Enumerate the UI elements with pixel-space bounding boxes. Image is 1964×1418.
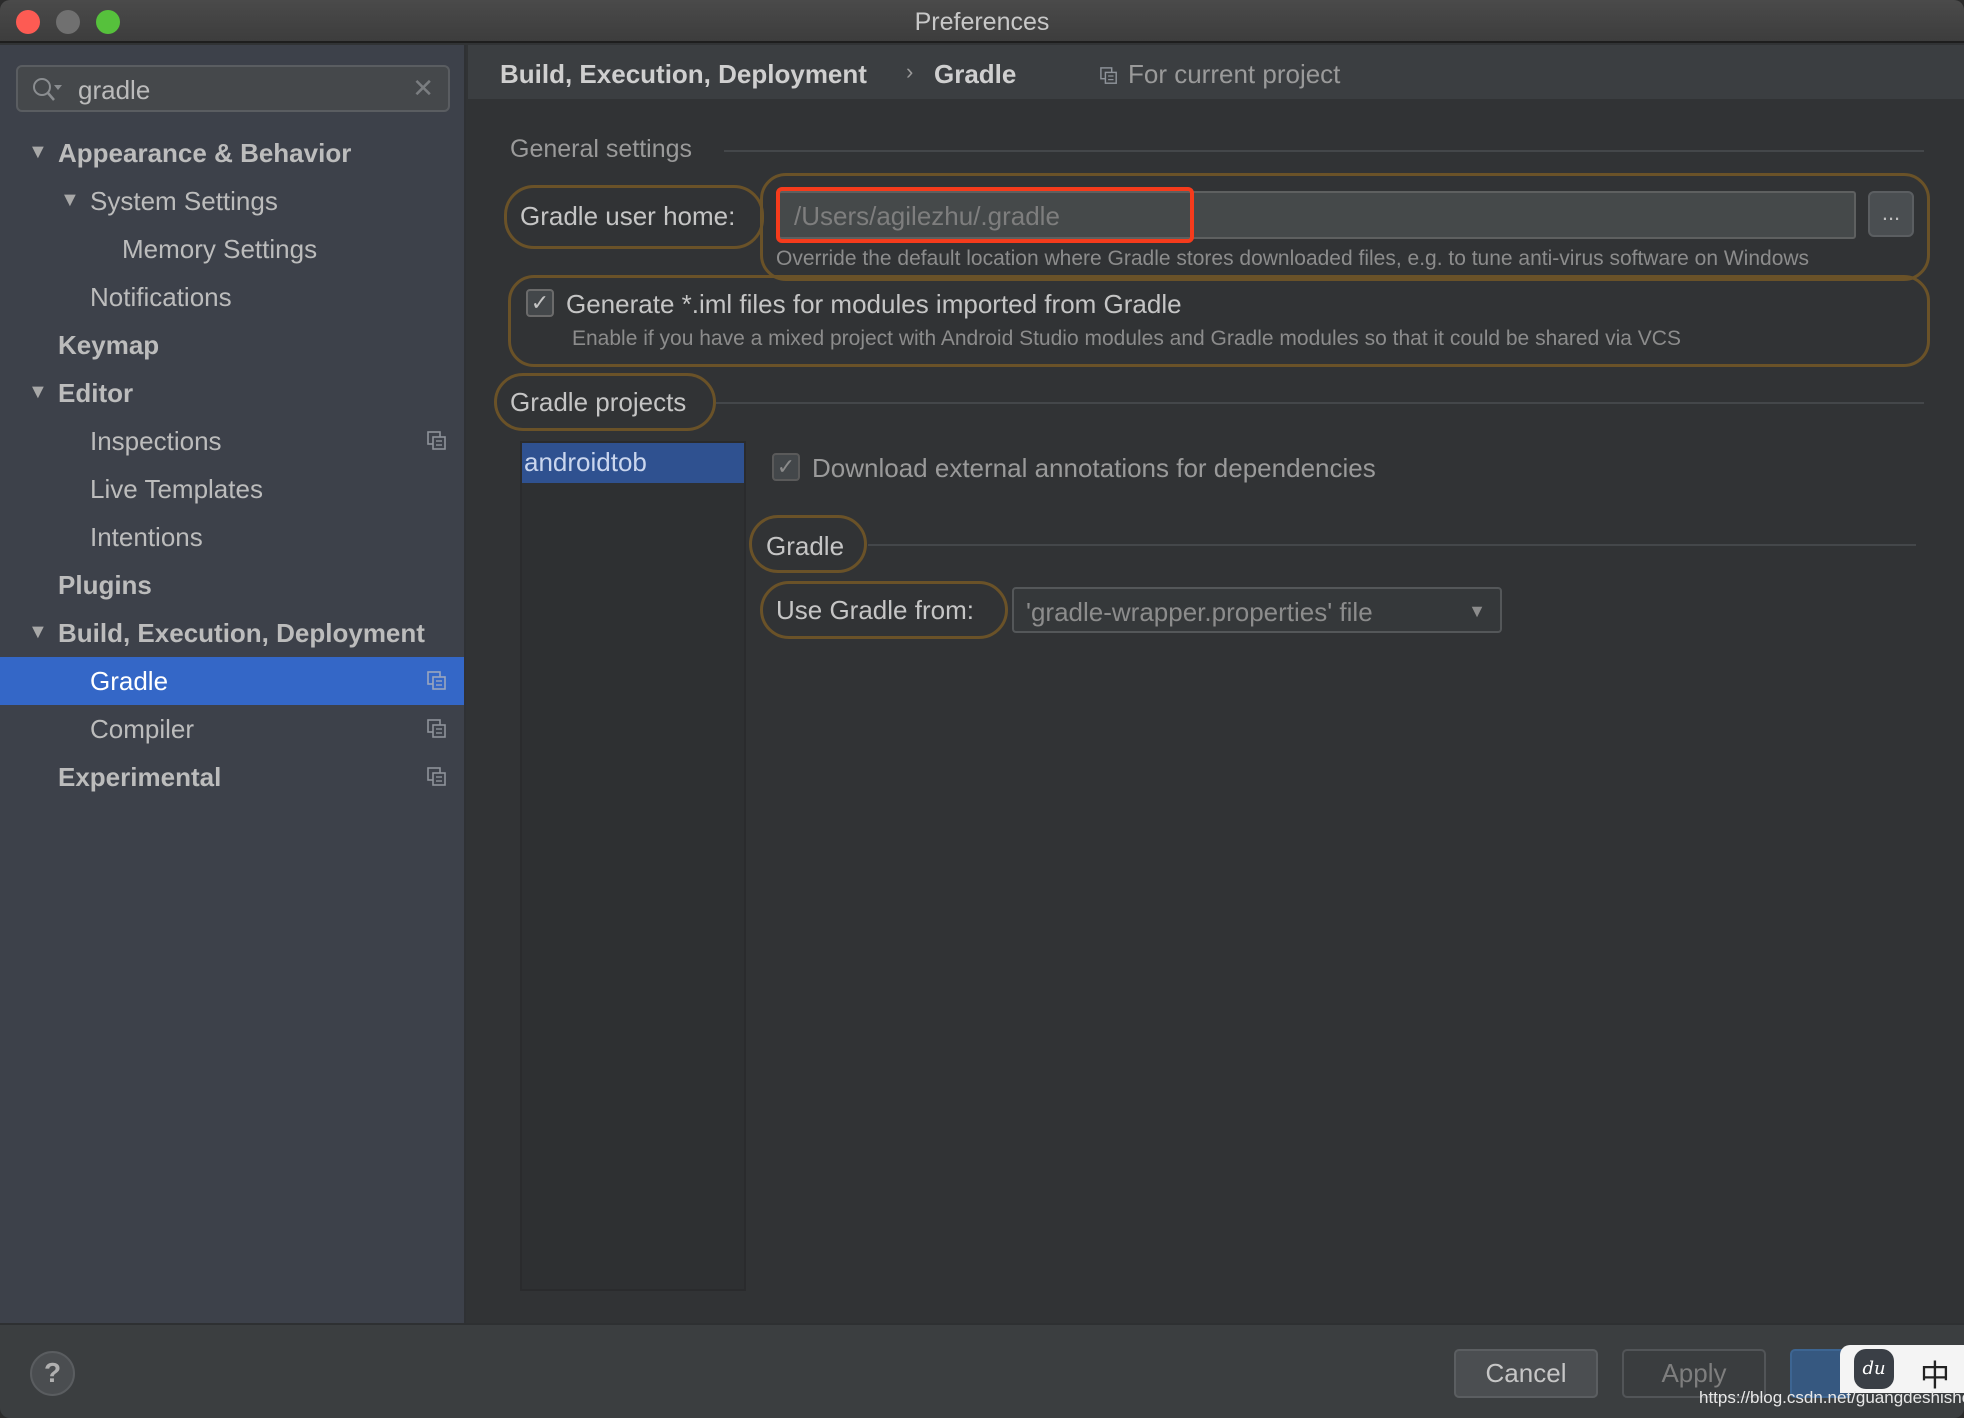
gradle-section-title: Gradle <box>766 531 845 561</box>
search-value[interactable]: gradle <box>78 75 150 106</box>
tree-item-label: Gradle <box>90 666 169 696</box>
expand-arrow-icon[interactable]: ▼ <box>28 381 48 404</box>
search-icon[interactable] <box>30 75 70 103</box>
section-divider <box>724 150 1924 152</box>
breadcrumb-build-execution-deployment[interactable]: Build, Execution, Deployment <box>500 59 867 90</box>
settings-sidebar: gradle ✕ ▼ Appearance & Behavior ▼ Syste… <box>0 45 466 1323</box>
watermark: https://blog.csdn.net/guangdeshishe <box>1699 1388 1964 1407</box>
tree-item-label: Inspections <box>90 426 222 456</box>
generate-iml-label[interactable]: Generate *.iml files for modules importe… <box>566 289 1182 320</box>
expand-arrow-icon[interactable]: ▼ <box>60 189 80 212</box>
tree-item-label: Intentions <box>90 522 203 552</box>
tree-item-live-templates[interactable]: Live Templates <box>0 465 464 513</box>
download-annotations-label[interactable]: Download external annotations for depend… <box>812 453 1376 484</box>
baidu-ime-icon[interactable]: du <box>1854 1349 1894 1389</box>
tree-item-editor[interactable]: ▼ Editor <box>0 369 464 417</box>
project-scope-icon <box>1100 67 1117 84</box>
title-bar: Preferences <box>0 0 1964 43</box>
general-settings-title: General settings <box>510 135 693 163</box>
clear-search-icon[interactable]: ✕ <box>412 73 434 104</box>
breadcrumb-gradle: Gradle <box>934 59 1017 89</box>
project-scope-icon <box>427 671 446 690</box>
tree-item-build-execution-deployment[interactable]: ▼ Build, Execution, Deployment <box>0 609 464 657</box>
tree-item-label: Compiler <box>90 714 195 744</box>
use-gradle-from-label: Use Gradle from: <box>776 595 974 625</box>
tree-item-label: Appearance & Behavior <box>58 138 352 168</box>
gradle-projects-list[interactable]: androidtob <box>520 441 746 1291</box>
tree-item-gradle[interactable]: Gradle <box>0 657 464 705</box>
scope-label: For current project <box>1128 59 1341 89</box>
tree-item-label: System Settings <box>90 186 278 216</box>
project-scope-icon <box>427 431 446 450</box>
project-scope-icon <box>427 767 446 786</box>
tree-item-inspections[interactable]: Inspections <box>0 417 464 465</box>
tree-item-label: Memory Settings <box>122 234 318 264</box>
annotation-highlight-box <box>776 187 1194 243</box>
project-scope-icon <box>427 719 446 738</box>
gradle-user-home-hint: Override the default location where Grad… <box>776 247 1810 270</box>
input-method-overlay: du 中 <box>1840 1345 1964 1394</box>
project-list-item[interactable]: androidtob <box>522 443 744 483</box>
tree-item-label: Notifications <box>90 282 232 312</box>
window-title: Preferences <box>914 8 1050 36</box>
breadcrumb-bar: Build, Execution, Deployment › Gradle Fo… <box>468 45 1964 99</box>
tree-item-intentions[interactable]: Intentions <box>0 513 464 561</box>
dialog-footer: ? Cancel Apply <box>0 1323 1964 1418</box>
help-button[interactable]: ? <box>30 1351 75 1396</box>
settings-search-input[interactable]: gradle ✕ <box>16 65 450 112</box>
tree-item-plugins[interactable]: Plugins <box>0 561 464 609</box>
preferences-window: Preferences gradle ✕ ▼ Appearance & Beha… <box>0 0 1964 1418</box>
gradle-projects-title: Gradle projects <box>510 387 687 417</box>
generate-iml-checkbox[interactable]: ✓ <box>526 289 554 317</box>
expand-arrow-icon[interactable]: ▼ <box>28 621 48 644</box>
tree-item-label: Editor <box>58 378 134 408</box>
tree-item-label: Live Templates <box>90 474 263 504</box>
browse-button[interactable]: ... <box>1868 191 1914 237</box>
tree-item-experimental[interactable]: Experimental <box>0 753 464 801</box>
tree-item-keymap[interactable]: Keymap <box>0 321 464 369</box>
chevron-down-icon: ▼ <box>1468 601 1486 621</box>
generate-iml-hint: Enable if you have a mixed project with … <box>572 327 1681 350</box>
tree-item-compiler[interactable]: Compiler <box>0 705 464 753</box>
section-divider <box>868 544 1916 546</box>
tree-item-memory-settings[interactable]: Memory Settings <box>0 225 464 273</box>
gradle-settings-panel: General settings Gradle user home: /User… <box>468 99 1964 1323</box>
breadcrumb-separator: › <box>906 59 914 84</box>
use-gradle-from-dropdown[interactable]: 'gradle-wrapper.properties' file ▼ <box>1012 587 1502 633</box>
tree-item-notifications[interactable]: Notifications <box>0 273 464 321</box>
tree-item-label: Keymap <box>58 330 160 360</box>
expand-arrow-icon[interactable]: ▼ <box>28 141 48 164</box>
tree-item-label: Build, Execution, Deployment <box>58 618 425 648</box>
cancel-button[interactable]: Cancel <box>1454 1349 1598 1398</box>
gradle-user-home-label: Gradle user home: <box>520 201 736 231</box>
tree-item-label: Experimental <box>58 762 222 792</box>
download-annotations-checkbox[interactable]: ✓ <box>772 453 800 481</box>
tree-item-appearance-behavior[interactable]: ▼ Appearance & Behavior <box>0 129 464 177</box>
section-divider <box>716 402 1924 404</box>
dropdown-value: 'gradle-wrapper.properties' file <box>1026 597 1373 627</box>
tree-item-system-settings[interactable]: ▼ System Settings <box>0 177 464 225</box>
tree-item-label: Plugins <box>58 570 152 600</box>
